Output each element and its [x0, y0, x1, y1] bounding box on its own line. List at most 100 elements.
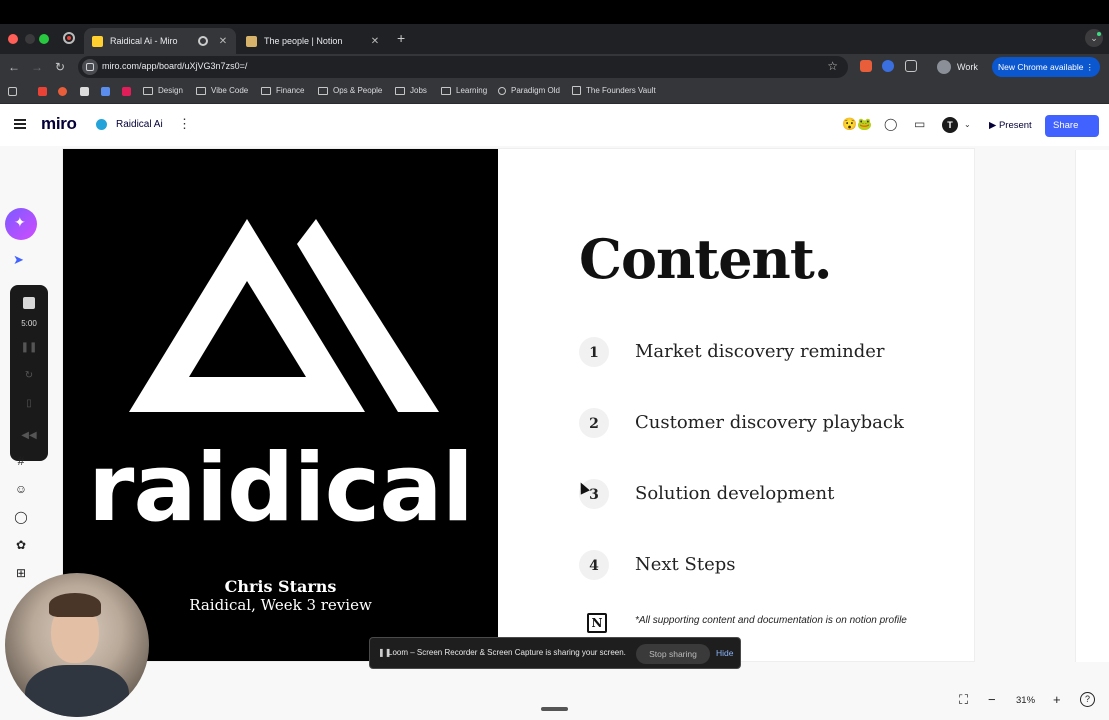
window-close-button[interactable] [8, 34, 18, 44]
folder-icon [441, 86, 451, 95]
agenda-item: Market discovery reminder [635, 341, 885, 362]
sharing-message: Loom – Screen Recorder & Screen Capture … [388, 648, 626, 657]
hide-button[interactable]: Hide [716, 648, 733, 658]
comment-tool-icon[interactable]: ◯ [13, 510, 29, 524]
bookmark-paradigm-old[interactable]: Paradigm Old [498, 86, 560, 95]
miro-logo[interactable]: miro [41, 114, 77, 134]
user-avatar[interactable]: T [942, 117, 958, 133]
share-label: Share [1053, 120, 1079, 131]
collapse-icon[interactable]: ◀◀ [10, 430, 48, 441]
board-title[interactable]: Raidical Ai [116, 119, 163, 130]
recording-tab-icon [198, 36, 208, 46]
bottom-drawer-handle[interactable] [541, 707, 568, 711]
bookmark-label: Vibe Code [211, 86, 249, 95]
menu-icon[interactable] [14, 119, 26, 129]
agenda-item: Customer discovery playback [635, 412, 904, 433]
reactions-icon[interactable]: 😯🐸 [842, 117, 872, 131]
bookmark-folder-finance[interactable]: Finance [261, 86, 304, 95]
bookmark-folder-jobs[interactable]: Jobs [395, 86, 427, 95]
help-icon[interactable]: ? [1080, 692, 1095, 707]
bookmark-folder-design[interactable]: Design [143, 86, 183, 95]
webcam-bubble[interactable] [5, 573, 149, 717]
bookmark-icon[interactable] [101, 87, 110, 96]
ai-assist-button[interactable]: ✦ [5, 208, 37, 240]
restart-icon[interactable]: ↻ [10, 370, 48, 381]
window-maximize-button[interactable] [39, 34, 49, 44]
notion-icon [572, 86, 581, 95]
update-button[interactable]: New Chrome available ⋮ [992, 57, 1100, 77]
shapes-tool-icon[interactable]: ✿ [13, 538, 29, 552]
bookmark-star-icon[interactable]: ☆ [827, 59, 838, 73]
extension-icon[interactable] [860, 60, 872, 72]
forward-button[interactable]: → [28, 58, 46, 76]
profile-label: Work [957, 62, 978, 72]
folder-icon [318, 86, 328, 95]
frame-tool-icon[interactable]: # [13, 454, 29, 468]
sticker-tool-icon[interactable]: ☺ [13, 482, 29, 496]
extension-icon[interactable] [882, 60, 894, 72]
chat-icon[interactable]: ◯ [884, 117, 897, 131]
globe-icon [96, 119, 107, 130]
present-button[interactable]: ▶ Present [983, 115, 1041, 137]
present-label: Present [998, 120, 1032, 131]
screen-sharing-banner: ❚❚ Loom – Screen Recorder & Screen Captu… [369, 637, 741, 669]
select-tool-icon[interactable]: ➤ [13, 252, 27, 267]
slide-frame[interactable]: raidical Chris Starns Raidical, Week 3 r… [63, 149, 974, 661]
puzzle-icon[interactable] [905, 60, 917, 72]
recording-indicator-icon [63, 32, 75, 44]
address-bar[interactable]: miro.com/app/board/uXjVG3n7zs0=/ ☆ [78, 56, 848, 78]
agenda-number: 4 [579, 550, 609, 580]
pause-icon[interactable]: ❚❚ [10, 342, 48, 353]
back-button[interactable]: ← [5, 58, 23, 76]
zoom-out-button[interactable]: − [988, 692, 996, 707]
fit-to-screen-icon[interactable]: ⛶ [959, 692, 968, 708]
author-name: Chris Starns [224, 577, 337, 596]
presenter-hair [49, 593, 101, 617]
update-label: New Chrome available [998, 62, 1084, 72]
stop-recording-button[interactable] [23, 297, 35, 309]
slide-heading: Content. [579, 227, 833, 291]
video-icon[interactable]: ▭ [914, 117, 925, 131]
bookmarks-bar: Design Vibe Code Finance Ops & People Jo… [0, 80, 1109, 104]
new-tab-button[interactable]: + [397, 30, 405, 46]
close-icon[interactable]: ✕ [368, 36, 382, 47]
board-more-icon[interactable]: ⋮ [178, 116, 191, 132]
more-tools-icon[interactable]: ⊞ [13, 566, 29, 580]
recording-timer: 5:00 [21, 319, 37, 328]
bookmark-founders-vault[interactable]: The Founders Vault [572, 86, 656, 95]
folder-icon [395, 86, 405, 95]
bookmark-folder-ops-people[interactable]: Ops & People [318, 86, 382, 95]
zoom-in-button[interactable]: + [1053, 692, 1061, 707]
site-info-icon[interactable] [82, 59, 98, 75]
bookmark-icon [498, 86, 506, 95]
slack-icon[interactable] [122, 87, 131, 96]
zoom-level[interactable]: 31% [1016, 695, 1035, 706]
close-icon[interactable]: ✕ [216, 36, 230, 47]
apps-icon[interactable] [8, 87, 17, 96]
supporting-note: *All supporting content and documentatio… [635, 615, 907, 626]
bookmark-folder-learning[interactable]: Learning [441, 86, 487, 95]
reload-button[interactable]: ↻ [51, 58, 69, 76]
stop-sharing-button[interactable]: Stop sharing [636, 644, 710, 664]
chevron-down-icon[interactable]: ⌄ [964, 120, 971, 129]
notion-favicon-icon [246, 35, 257, 47]
agenda-item: Solution development [635, 483, 835, 504]
share-button[interactable]: Share [1045, 115, 1099, 137]
more-vert-icon: ⋮ [1085, 62, 1095, 72]
adjacent-frame[interactable] [1075, 150, 1109, 662]
zoom-controls: ⛶ − 31% + ? [950, 682, 1104, 718]
gmail-icon[interactable] [38, 87, 47, 96]
tab-notion[interactable]: The people | Notion ✕ [238, 28, 388, 54]
tab-title: Raidical Ai - Miro [110, 36, 178, 46]
bookmark-label: Learning [456, 86, 488, 95]
bookmark-label: Ops & People [333, 86, 383, 95]
trash-icon[interactable]: ▯ [10, 398, 48, 409]
tab-miro[interactable]: Raidical Ai - Miro ✕ [84, 28, 236, 54]
bookmark-icon[interactable] [58, 87, 67, 96]
window-minimize-button[interactable] [25, 34, 35, 44]
bookmark-icon[interactable] [80, 87, 89, 96]
profile-button[interactable]: Work [937, 57, 985, 77]
bookmark-folder-vibe-code[interactable]: Vibe Code [196, 86, 248, 95]
raidical-wordmark: raidical [88, 434, 474, 543]
board-canvas[interactable]: raidical Chris Starns Raidical, Week 3 r… [0, 146, 1109, 720]
